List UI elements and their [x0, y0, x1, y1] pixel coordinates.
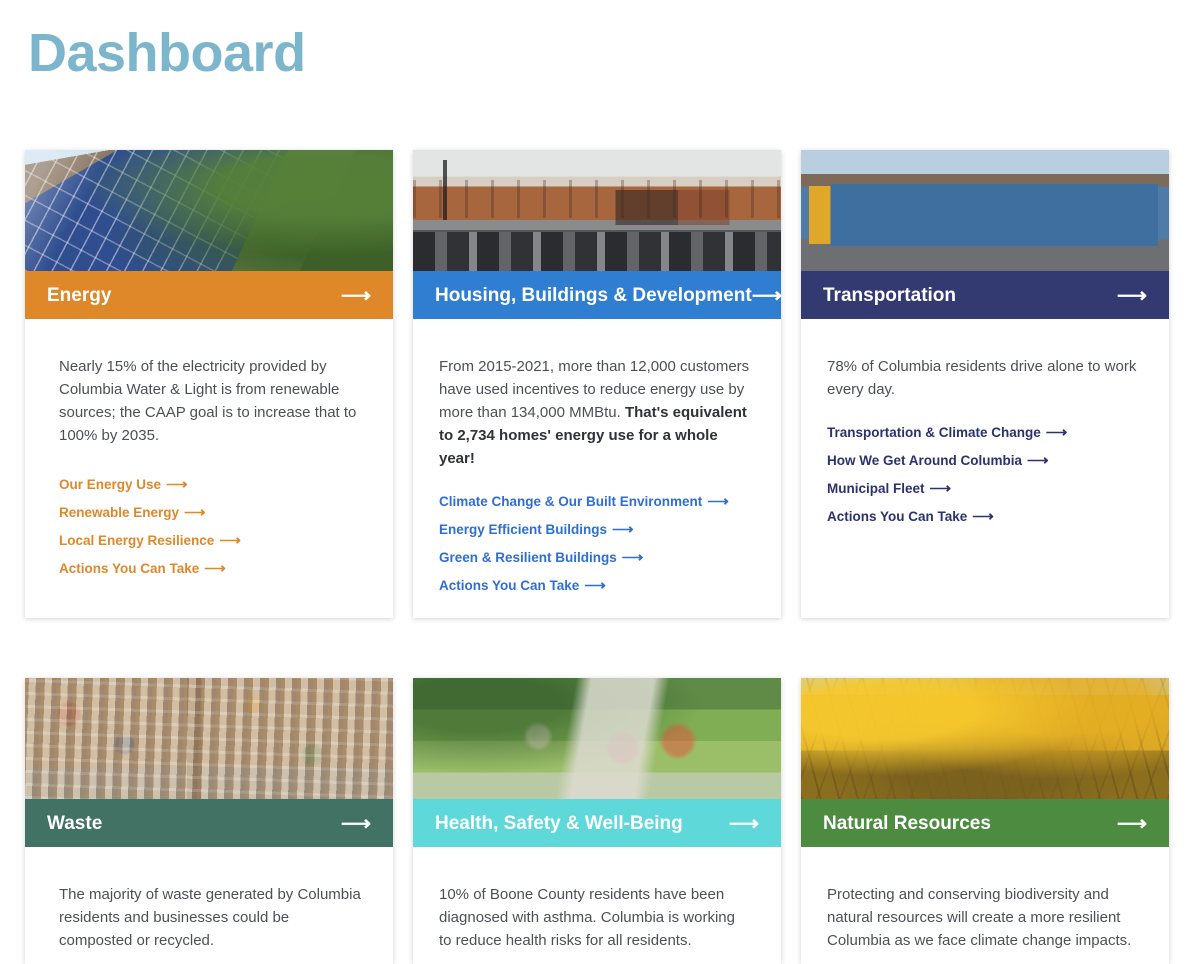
link-local-energy-resilience[interactable]: Local Energy Resilience ⟶	[59, 533, 363, 548]
card-grid: Energy ⟶ Nearly 15% of the electricity p…	[25, 150, 1175, 964]
arrow-right-icon: ⟶	[166, 476, 188, 493]
arrow-right-icon: ⟶	[204, 560, 226, 577]
housing-card-text: From 2015-2021, more than 12,000 custome…	[439, 358, 750, 467]
link-green-resilient-buildings[interactable]: Green & Resilient Buildings ⟶	[439, 550, 751, 565]
health-card-header[interactable]: Health, Safety & Well-Being ⟶	[413, 799, 781, 847]
arrow-right-icon[interactable]: ⟶	[729, 813, 759, 834]
waste-card-header[interactable]: Waste ⟶	[25, 799, 393, 847]
housing-card-body: From 2015-2021, more than 12,000 custome…	[413, 319, 781, 618]
link-our-energy-use[interactable]: Our Energy Use ⟶	[59, 477, 363, 492]
arrow-right-icon: ⟶	[707, 493, 729, 510]
transportation-card-title: Transportation	[823, 284, 957, 306]
card-energy[interactable]: Energy ⟶ Nearly 15% of the electricity p…	[25, 150, 393, 618]
arrow-right-icon: ⟶	[621, 549, 644, 566]
page-title: Dashboard	[28, 23, 306, 83]
waste-card-text: The majority of waste generated by Colum…	[59, 886, 361, 949]
energy-photo	[25, 150, 393, 271]
natural-resources-card-text: Protecting and conserving biodiversity a…	[827, 886, 1132, 949]
health-card-body: 10% of Boone County residents have been …	[413, 847, 781, 964]
housing-links: Climate Change & Our Built Environment ⟶ …	[439, 494, 751, 593]
waste-card-body: The majority of waste generated by Colum…	[25, 847, 393, 964]
arrow-right-icon: ⟶	[612, 521, 634, 538]
arrow-right-icon: ⟶	[584, 577, 606, 594]
energy-card-body: Nearly 15% of the electricity provided b…	[25, 319, 393, 618]
natural-resources-card-title: Natural Resources	[823, 812, 991, 834]
arrow-right-icon: ⟶	[972, 508, 994, 525]
card-transportation[interactable]: Transportation ⟶ 78% of Columbia residen…	[801, 150, 1169, 618]
energy-card-header[interactable]: Energy ⟶	[25, 271, 393, 319]
arrow-right-icon: ⟶	[1027, 452, 1049, 469]
link-municipal-fleet[interactable]: Municipal Fleet ⟶	[827, 481, 1139, 496]
transportation-card-text: 78% of Columbia residents drive alone to…	[827, 358, 1137, 398]
arrow-right-icon[interactable]: ⟶	[752, 285, 782, 306]
link-actions-you-can-take[interactable]: Actions You Can Take ⟶	[827, 509, 1139, 524]
housing-card-header[interactable]: Housing, Buildings & Development ⟶	[413, 271, 782, 319]
card-natural-resources[interactable]: Natural Resources ⟶ Protecting and conse…	[801, 678, 1169, 964]
health-photo	[413, 678, 781, 799]
health-card-text: 10% of Boone County residents have been …	[439, 886, 735, 949]
housing-photo	[413, 150, 781, 271]
housing-card-title: Housing, Buildings & Development	[435, 284, 752, 306]
card-housing[interactable]: Housing, Buildings & Development ⟶ From …	[413, 150, 782, 618]
link-climate-change-built-environment[interactable]: Climate Change & Our Built Environment ⟶	[439, 494, 751, 509]
link-actions-you-can-take[interactable]: Actions You Can Take ⟶	[59, 561, 363, 576]
waste-photo	[25, 678, 393, 799]
waste-card-title: Waste	[47, 812, 103, 834]
arrow-right-icon[interactable]: ⟶	[341, 813, 371, 834]
link-renewable-energy[interactable]: Renewable Energy ⟶	[59, 505, 363, 520]
dashboard-page: Dashboard Energy ⟶ Nearly 15% of the ele…	[0, 0, 1191, 964]
energy-links: Our Energy Use ⟶ Renewable Energy ⟶ Local …	[59, 477, 363, 576]
link-transportation-climate-change[interactable]: Transportation & Climate Change ⟶	[827, 425, 1139, 440]
arrow-right-icon[interactable]: ⟶	[341, 285, 371, 306]
link-how-we-get-around-columbia[interactable]: How We Get Around Columbia ⟶	[827, 453, 1139, 468]
transportation-photo	[801, 150, 1169, 271]
energy-card-title: Energy	[47, 284, 112, 306]
transportation-card-header[interactable]: Transportation ⟶	[801, 271, 1169, 319]
transportation-links: Transportation & Climate Change ⟶ How We …	[827, 425, 1139, 524]
natural-resources-card-header[interactable]: Natural Resources ⟶	[801, 799, 1169, 847]
transportation-card-body: 78% of Columbia residents drive alone to…	[801, 319, 1169, 618]
arrow-right-icon[interactable]: ⟶	[1117, 285, 1147, 306]
arrow-right-icon: ⟶	[219, 532, 241, 549]
card-health[interactable]: Health, Safety & Well-Being ⟶ 10% of Boo…	[413, 678, 781, 964]
link-actions-you-can-take[interactable]: Actions You Can Take ⟶	[439, 578, 751, 593]
arrow-right-icon: ⟶	[929, 480, 952, 497]
arrow-right-icon[interactable]: ⟶	[1117, 813, 1147, 834]
arrow-right-icon: ⟶	[184, 504, 206, 521]
natural-resources-card-body: Protecting and conserving biodiversity a…	[801, 847, 1169, 964]
energy-card-text: Nearly 15% of the electricity provided b…	[59, 358, 357, 444]
arrow-right-icon: ⟶	[1045, 424, 1068, 441]
natural-resources-photo	[801, 678, 1169, 799]
card-waste[interactable]: Waste ⟶ The majority of waste generated …	[25, 678, 393, 964]
health-card-title: Health, Safety & Well-Being	[435, 812, 683, 834]
link-energy-efficient-buildings[interactable]: Energy Efficient Buildings ⟶	[439, 522, 751, 537]
